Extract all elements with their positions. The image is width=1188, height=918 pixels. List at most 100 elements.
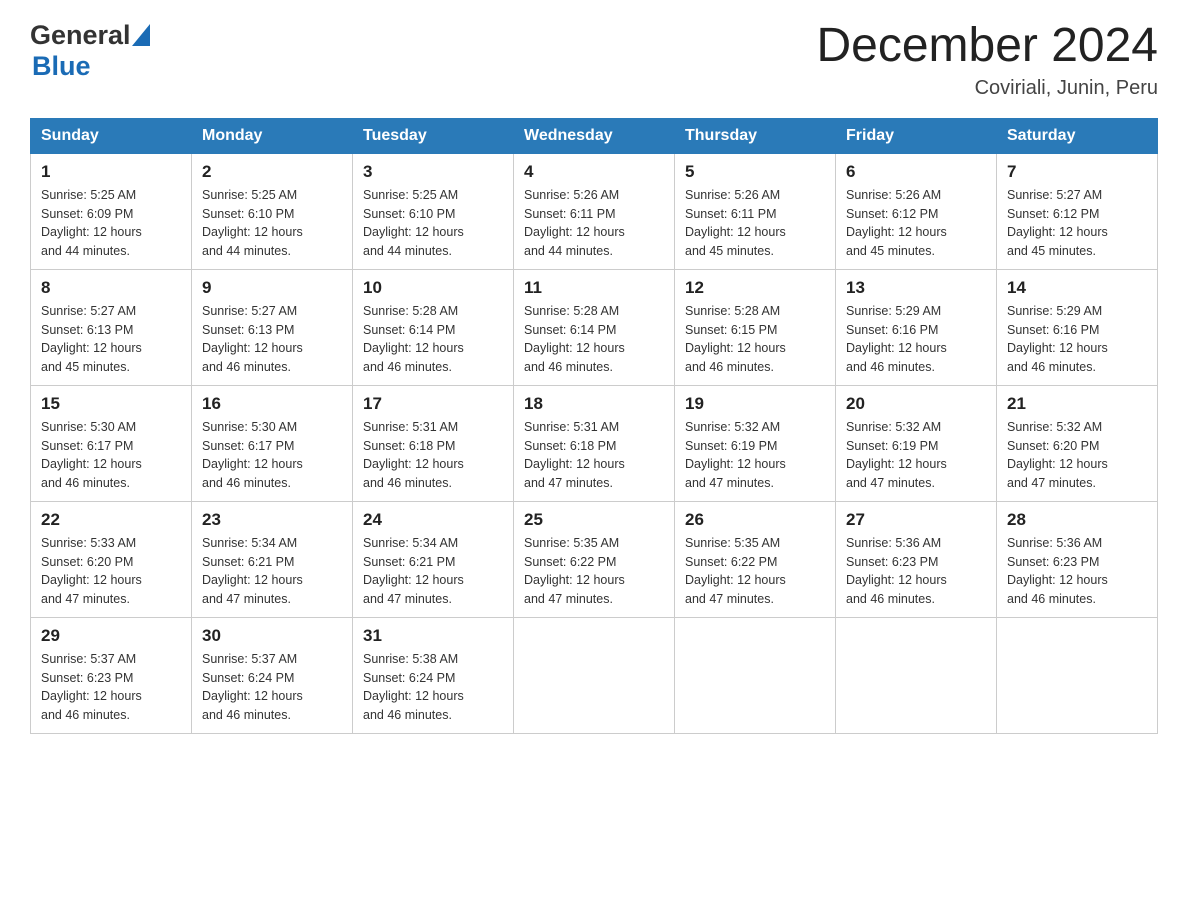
header-cell-friday: Friday: [836, 118, 997, 153]
day-number: 14: [1007, 278, 1147, 298]
day-info: Sunrise: 5:28 AM Sunset: 6:14 PM Dayligh…: [524, 304, 625, 374]
calendar-week-row: 29 Sunrise: 5:37 AM Sunset: 6:23 PM Dayl…: [31, 617, 1158, 733]
day-number: 26: [685, 510, 825, 530]
day-info: Sunrise: 5:35 AM Sunset: 6:22 PM Dayligh…: [524, 536, 625, 606]
day-info: Sunrise: 5:31 AM Sunset: 6:18 PM Dayligh…: [363, 420, 464, 490]
day-number: 3: [363, 162, 503, 182]
day-number: 5: [685, 162, 825, 182]
calendar-cell: 4 Sunrise: 5:26 AM Sunset: 6:11 PM Dayli…: [514, 153, 675, 269]
calendar-body: 1 Sunrise: 5:25 AM Sunset: 6:09 PM Dayli…: [31, 153, 1158, 733]
day-info: Sunrise: 5:27 AM Sunset: 6:12 PM Dayligh…: [1007, 188, 1108, 258]
calendar-cell: 3 Sunrise: 5:25 AM Sunset: 6:10 PM Dayli…: [353, 153, 514, 269]
calendar-cell: 11 Sunrise: 5:28 AM Sunset: 6:14 PM Dayl…: [514, 269, 675, 385]
day-info: Sunrise: 5:37 AM Sunset: 6:23 PM Dayligh…: [41, 652, 142, 722]
day-number: 7: [1007, 162, 1147, 182]
calendar-title: December 2024: [816, 20, 1158, 73]
day-info: Sunrise: 5:28 AM Sunset: 6:14 PM Dayligh…: [363, 304, 464, 374]
logo-general-text: General: [30, 20, 131, 51]
calendar-week-row: 15 Sunrise: 5:30 AM Sunset: 6:17 PM Dayl…: [31, 385, 1158, 501]
calendar-cell: [675, 617, 836, 733]
calendar-cell: 13 Sunrise: 5:29 AM Sunset: 6:16 PM Dayl…: [836, 269, 997, 385]
day-info: Sunrise: 5:25 AM Sunset: 6:09 PM Dayligh…: [41, 188, 142, 258]
day-number: 15: [41, 394, 181, 414]
day-number: 18: [524, 394, 664, 414]
day-info: Sunrise: 5:35 AM Sunset: 6:22 PM Dayligh…: [685, 536, 786, 606]
day-number: 4: [524, 162, 664, 182]
day-info: Sunrise: 5:27 AM Sunset: 6:13 PM Dayligh…: [202, 304, 303, 374]
header-cell-wednesday: Wednesday: [514, 118, 675, 153]
day-info: Sunrise: 5:27 AM Sunset: 6:13 PM Dayligh…: [41, 304, 142, 374]
day-number: 22: [41, 510, 181, 530]
header-cell-sunday: Sunday: [31, 118, 192, 153]
calendar-cell: 1 Sunrise: 5:25 AM Sunset: 6:09 PM Dayli…: [31, 153, 192, 269]
day-info: Sunrise: 5:34 AM Sunset: 6:21 PM Dayligh…: [363, 536, 464, 606]
day-info: Sunrise: 5:29 AM Sunset: 6:16 PM Dayligh…: [846, 304, 947, 374]
calendar-cell: 14 Sunrise: 5:29 AM Sunset: 6:16 PM Dayl…: [997, 269, 1158, 385]
day-number: 11: [524, 278, 664, 298]
calendar-cell: 29 Sunrise: 5:37 AM Sunset: 6:23 PM Dayl…: [31, 617, 192, 733]
day-number: 17: [363, 394, 503, 414]
day-info: Sunrise: 5:28 AM Sunset: 6:15 PM Dayligh…: [685, 304, 786, 374]
day-info: Sunrise: 5:32 AM Sunset: 6:19 PM Dayligh…: [685, 420, 786, 490]
day-info: Sunrise: 5:34 AM Sunset: 6:21 PM Dayligh…: [202, 536, 303, 606]
calendar-table: SundayMondayTuesdayWednesdayThursdayFrid…: [30, 118, 1158, 734]
calendar-cell: 25 Sunrise: 5:35 AM Sunset: 6:22 PM Dayl…: [514, 501, 675, 617]
calendar-cell: 20 Sunrise: 5:32 AM Sunset: 6:19 PM Dayl…: [836, 385, 997, 501]
calendar-cell: 6 Sunrise: 5:26 AM Sunset: 6:12 PM Dayli…: [836, 153, 997, 269]
day-number: 20: [846, 394, 986, 414]
day-number: 2: [202, 162, 342, 182]
day-info: Sunrise: 5:30 AM Sunset: 6:17 PM Dayligh…: [41, 420, 142, 490]
title-block: December 2024 Coviriali, Junin, Peru: [816, 20, 1158, 100]
day-number: 24: [363, 510, 503, 530]
day-number: 30: [202, 626, 342, 646]
calendar-cell: 9 Sunrise: 5:27 AM Sunset: 6:13 PM Dayli…: [192, 269, 353, 385]
calendar-cell: 21 Sunrise: 5:32 AM Sunset: 6:20 PM Dayl…: [997, 385, 1158, 501]
calendar-cell: 28 Sunrise: 5:36 AM Sunset: 6:23 PM Dayl…: [997, 501, 1158, 617]
day-number: 1: [41, 162, 181, 182]
calendar-cell: 18 Sunrise: 5:31 AM Sunset: 6:18 PM Dayl…: [514, 385, 675, 501]
day-info: Sunrise: 5:36 AM Sunset: 6:23 PM Dayligh…: [1007, 536, 1108, 606]
day-info: Sunrise: 5:38 AM Sunset: 6:24 PM Dayligh…: [363, 652, 464, 722]
day-number: 19: [685, 394, 825, 414]
logo: General Blue: [30, 20, 152, 82]
calendar-cell: 8 Sunrise: 5:27 AM Sunset: 6:13 PM Dayli…: [31, 269, 192, 385]
calendar-cell: [997, 617, 1158, 733]
calendar-cell: 15 Sunrise: 5:30 AM Sunset: 6:17 PM Dayl…: [31, 385, 192, 501]
day-number: 25: [524, 510, 664, 530]
calendar-subtitle: Coviriali, Junin, Peru: [816, 77, 1158, 100]
day-info: Sunrise: 5:30 AM Sunset: 6:17 PM Dayligh…: [202, 420, 303, 490]
day-info: Sunrise: 5:32 AM Sunset: 6:19 PM Dayligh…: [846, 420, 947, 490]
day-number: 6: [846, 162, 986, 182]
day-number: 27: [846, 510, 986, 530]
day-number: 8: [41, 278, 181, 298]
day-info: Sunrise: 5:33 AM Sunset: 6:20 PM Dayligh…: [41, 536, 142, 606]
day-number: 31: [363, 626, 503, 646]
day-info: Sunrise: 5:26 AM Sunset: 6:11 PM Dayligh…: [685, 188, 786, 258]
day-number: 16: [202, 394, 342, 414]
calendar-cell: [514, 617, 675, 733]
calendar-cell: 2 Sunrise: 5:25 AM Sunset: 6:10 PM Dayli…: [192, 153, 353, 269]
day-info: Sunrise: 5:25 AM Sunset: 6:10 PM Dayligh…: [363, 188, 464, 258]
day-info: Sunrise: 5:31 AM Sunset: 6:18 PM Dayligh…: [524, 420, 625, 490]
day-info: Sunrise: 5:29 AM Sunset: 6:16 PM Dayligh…: [1007, 304, 1108, 374]
day-number: 13: [846, 278, 986, 298]
calendar-week-row: 8 Sunrise: 5:27 AM Sunset: 6:13 PM Dayli…: [31, 269, 1158, 385]
calendar-cell: 19 Sunrise: 5:32 AM Sunset: 6:19 PM Dayl…: [675, 385, 836, 501]
calendar-cell: 31 Sunrise: 5:38 AM Sunset: 6:24 PM Dayl…: [353, 617, 514, 733]
calendar-cell: 7 Sunrise: 5:27 AM Sunset: 6:12 PM Dayli…: [997, 153, 1158, 269]
day-number: 23: [202, 510, 342, 530]
calendar-cell: 5 Sunrise: 5:26 AM Sunset: 6:11 PM Dayli…: [675, 153, 836, 269]
calendar-cell: 27 Sunrise: 5:36 AM Sunset: 6:23 PM Dayl…: [836, 501, 997, 617]
day-info: Sunrise: 5:26 AM Sunset: 6:11 PM Dayligh…: [524, 188, 625, 258]
page-header: General Blue December 2024 Coviriali, Ju…: [30, 20, 1158, 100]
day-number: 29: [41, 626, 181, 646]
day-number: 28: [1007, 510, 1147, 530]
calendar-cell: 16 Sunrise: 5:30 AM Sunset: 6:17 PM Dayl…: [192, 385, 353, 501]
day-number: 9: [202, 278, 342, 298]
calendar-week-row: 1 Sunrise: 5:25 AM Sunset: 6:09 PM Dayli…: [31, 153, 1158, 269]
calendar-cell: 23 Sunrise: 5:34 AM Sunset: 6:21 PM Dayl…: [192, 501, 353, 617]
calendar-cell: 22 Sunrise: 5:33 AM Sunset: 6:20 PM Dayl…: [31, 501, 192, 617]
day-number: 12: [685, 278, 825, 298]
day-info: Sunrise: 5:26 AM Sunset: 6:12 PM Dayligh…: [846, 188, 947, 258]
header-cell-monday: Monday: [192, 118, 353, 153]
